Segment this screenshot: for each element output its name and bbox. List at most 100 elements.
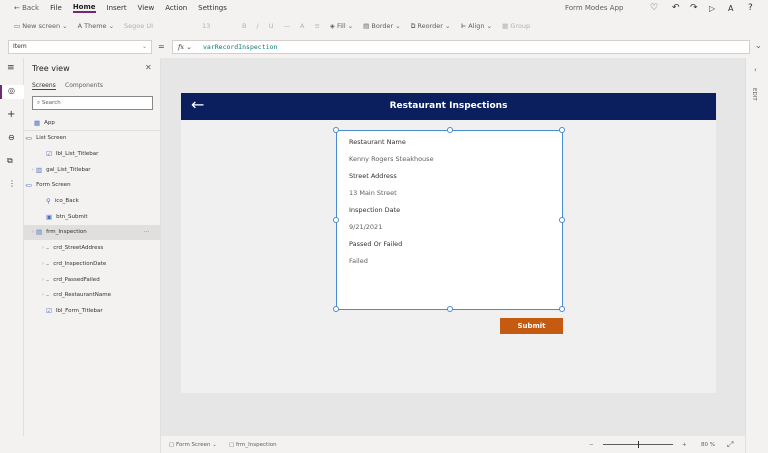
resize-handle[interactable] [447, 127, 453, 133]
zoom-out-button[interactable]: − [589, 442, 594, 448]
group-button[interactable]: ▦ Group [502, 22, 530, 30]
menu-view[interactable]: View [138, 4, 155, 12]
left-rail: ≡ ◎ + ⊖ ⧉ ⋮ [0, 58, 24, 436]
resize-handle[interactable] [447, 306, 453, 312]
zoom-in-button[interactable]: + [682, 442, 687, 448]
tree-view-panel: Tree view ✕ Screens Components ⌕ Search … [24, 58, 161, 453]
font-size-field[interactable]: 13 [202, 22, 232, 30]
insert-plus-icon[interactable]: + [7, 109, 15, 120]
resize-handle[interactable] [333, 217, 339, 223]
data-icon[interactable]: ⊖ [8, 133, 15, 142]
chevron-icon[interactable]: › [24, 277, 46, 283]
tree-item[interactable]: ⌄ ▭ Form Screen [24, 178, 161, 193]
expand-panel-icon[interactable]: ‹ [754, 66, 757, 74]
resize-handle[interactable] [559, 306, 565, 312]
border-button[interactable]: ▤ Border ⌄ [363, 22, 401, 30]
fill-button[interactable]: ◈ Fill ⌄ [330, 22, 353, 30]
control-breadcrumb[interactable]: ▢ frm_Inspection [229, 442, 277, 448]
resize-handle[interactable] [559, 217, 565, 223]
chevron-icon[interactable]: › [24, 245, 46, 251]
font-dropdown[interactable]: Segoe UI [124, 22, 192, 30]
undo-icon[interactable]: ↶ [672, 3, 680, 13]
tree-item-label: crd_PassedFailed [53, 276, 100, 283]
zoom-level: 80 % [701, 442, 715, 448]
chevron-icon[interactable]: › [24, 292, 46, 298]
tab-screens[interactable]: Screens [32, 82, 56, 90]
chevron-icon[interactable]: › [24, 229, 36, 235]
tree-item[interactable]: ⌄ ▭ List Screen [24, 131, 161, 146]
control-icon: – [46, 259, 50, 268]
align-button[interactable]: ⊫ Align ⌄ [461, 22, 493, 30]
tree-item-label: crd_StreetAddress [53, 245, 104, 252]
back-button[interactable]: ← Back [14, 4, 39, 12]
tree-item[interactable]: ▣ btn_Submit [24, 209, 161, 224]
app-screen[interactable]: ← Restaurant Inspections Restaurant Name… [181, 93, 716, 393]
text-align-icon[interactable]: ≡ [314, 22, 319, 30]
control-icon: ▣ [46, 212, 53, 221]
tab-components[interactable]: Components [65, 82, 103, 89]
tree-item[interactable]: › ▥ gal_List_Titlebar [24, 162, 161, 177]
chevron-icon[interactable]: › [24, 261, 46, 267]
resize-handle[interactable] [333, 306, 339, 312]
bold-icon[interactable]: B [242, 22, 246, 30]
user-icon[interactable]: A [728, 4, 733, 13]
submit-button[interactable]: Submit [500, 318, 563, 334]
field-value: Failed [349, 257, 368, 265]
resize-handle[interactable] [333, 127, 339, 133]
resize-handle[interactable] [559, 127, 565, 133]
media-icon[interactable]: ⧉ [7, 156, 13, 166]
app-checker-icon[interactable]: ♡ [650, 3, 658, 13]
tree-item[interactable]: ☑ lbl_Form_Titlebar [24, 303, 161, 318]
fx-button[interactable]: fx ⌄ [178, 43, 192, 51]
tree-item-label: crd_InspectionDate [53, 260, 107, 267]
hamburger-icon[interactable]: ≡ [7, 63, 15, 73]
close-icon[interactable]: ✕ [145, 63, 152, 72]
menu-insert[interactable]: Insert [107, 4, 127, 12]
preview-play-icon[interactable]: ▷ [709, 4, 715, 13]
property-dropdown[interactable]: Item ⌄ [8, 40, 152, 54]
formula-input[interactable]: fx ⌄ varRecordInspection [172, 40, 750, 54]
inspection-form[interactable]: Restaurant Name Kenny Rogers Steakhouse … [333, 127, 565, 312]
chevron-icon[interactable]: › [24, 167, 36, 173]
search-input[interactable]: ⌕ Search [32, 96, 153, 110]
font-color-icon[interactable]: A [300, 22, 304, 30]
fit-to-window-icon[interactable]: ⤢ [727, 440, 733, 450]
redo-icon[interactable]: ↷ [690, 3, 698, 13]
tree-item[interactable]: › – crd_PassedFailed [24, 272, 161, 287]
app-name: Form Modes App [565, 4, 624, 12]
expand-formula-icon[interactable]: ⌄ [755, 41, 762, 50]
strikethrough-icon[interactable]: — [283, 22, 290, 30]
screen-selector-label: Form Screen [175, 441, 211, 448]
align-label: Align [468, 22, 485, 30]
zoom-slider-thumb[interactable] [638, 441, 639, 448]
new-screen-button[interactable]: ▭ New screen ⌄ [14, 22, 68, 30]
edit-tab[interactable]: EDIT [751, 88, 757, 101]
ribbon-toolbar: ▭ New screen ⌄ A Theme ⌄ Segoe UI 13 B /… [0, 16, 768, 36]
underline-icon[interactable]: U [269, 22, 274, 30]
menu-file[interactable]: File [50, 4, 62, 12]
tree-item[interactable]: ☑ lbl_List_Titlebar [24, 146, 161, 161]
tree-item[interactable]: › – crd_RestaurantName [24, 288, 161, 303]
tree-view-icon[interactable]: ◎ [0, 85, 24, 99]
tree-item[interactable]: ⚲ ico_Back [24, 194, 161, 209]
italic-icon[interactable]: / [257, 22, 259, 30]
theme-button[interactable]: A Theme ⌄ [78, 22, 114, 30]
more-options-icon[interactable]: ··· [144, 229, 149, 235]
screen-selector[interactable]: ▢ Form Screen ⌄ [169, 442, 217, 448]
tree-item[interactable]: › – crd_StreetAddress [24, 241, 161, 256]
control-icon: ▭ [26, 181, 33, 190]
zoom-slider[interactable] [603, 441, 673, 448]
menu-home[interactable]: Home [72, 3, 96, 13]
menu-settings[interactable]: Settings [198, 4, 227, 12]
search-placeholder: Search [41, 100, 61, 106]
advanced-tools-icon[interactable]: ⋮ [8, 179, 16, 188]
reorder-button[interactable]: ⧉ Reorder ⌄ [411, 22, 451, 31]
tree-item-label: App [44, 119, 55, 126]
tree-item-label: Form Screen [36, 182, 71, 189]
menu-action[interactable]: Action [165, 4, 187, 12]
tree-item[interactable]: ▦ App [24, 115, 161, 130]
tree-item[interactable]: › ▤ frm_Inspection ··· [24, 224, 161, 240]
tree-item[interactable]: › – crd_InspectionDate [24, 256, 161, 271]
fx-label: fx [178, 43, 185, 51]
help-icon[interactable]: ? [748, 3, 753, 13]
